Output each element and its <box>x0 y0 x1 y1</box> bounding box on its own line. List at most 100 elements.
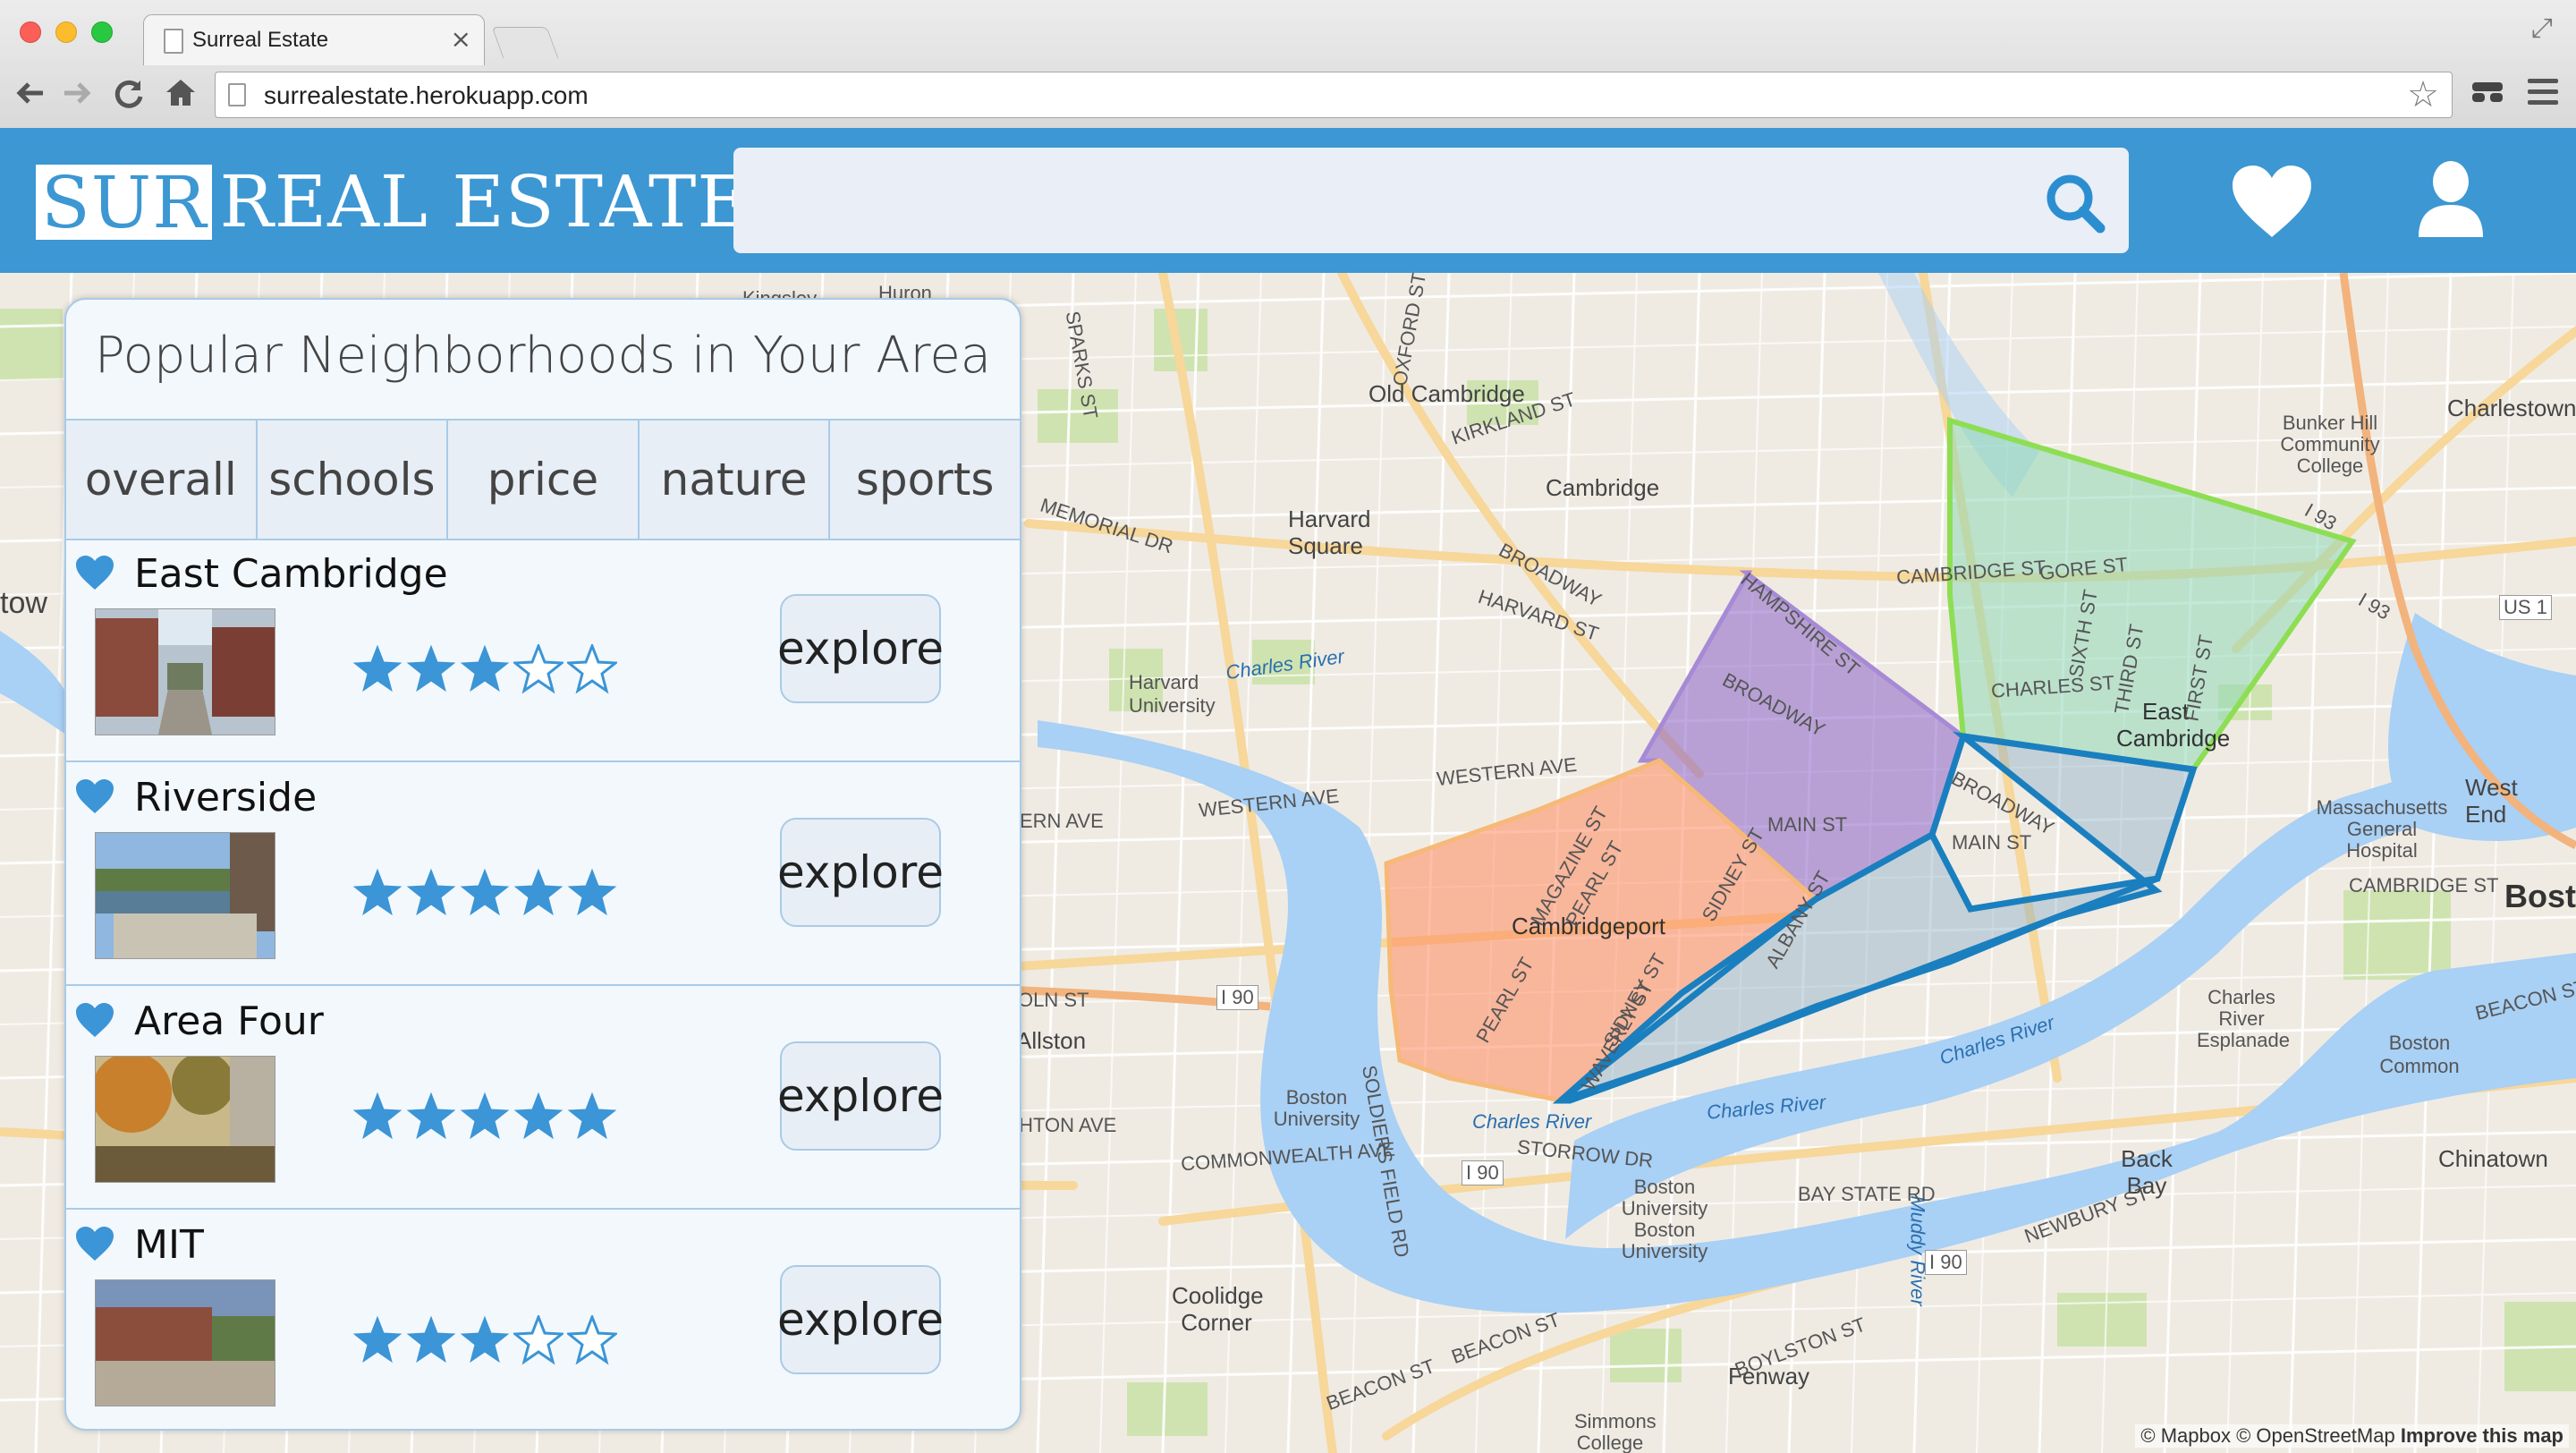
reload-icon[interactable] <box>111 75 147 119</box>
back-icon[interactable] <box>13 75 48 119</box>
neighborhood-photo[interactable] <box>95 1056 275 1183</box>
explore-button[interactable]: explore <box>777 1041 944 1151</box>
tab-overall[interactable]: overall <box>66 421 258 539</box>
close-window-button[interactable] <box>20 21 41 43</box>
highway-shield: I 90 <box>1925 1250 1967 1275</box>
neighborhood-row: MIT explore <box>66 1210 1020 1429</box>
map-label: MAIN ST <box>1767 813 1848 836</box>
map-label: Charles River Esplanade <box>2197 986 2290 1051</box>
neighborhood-row: East Cambridge explore <box>66 539 1020 762</box>
logo-text: REAL ESTATE <box>219 160 750 243</box>
map-attribution: © Mapbox © OpenStreetMap Improve this ma… <box>2135 1424 2569 1448</box>
menu-icon[interactable] <box>2528 79 2558 111</box>
map-label: Boston Common <box>2379 1032 2460 1077</box>
fullscreen-icon[interactable]: ⤢ <box>2531 13 2553 44</box>
favorite-heart-icon[interactable] <box>75 555 114 591</box>
star-filled-icon <box>460 1092 510 1140</box>
map-label: CAMBRIDGE ST <box>2349 874 2499 896</box>
star-empty-icon <box>513 644 564 694</box>
explore-button[interactable]: explore <box>777 1265 944 1374</box>
map-label: ERN AVE <box>1020 810 1104 832</box>
map-label: Allston <box>1016 1027 1087 1054</box>
tab-sports[interactable]: sports <box>830 421 1020 539</box>
search-bar[interactable] <box>733 148 2129 253</box>
panel-title: Popular Neighborhoods in Your Area <box>94 327 992 385</box>
star-filled-icon <box>352 1092 402 1140</box>
page-icon <box>164 29 183 54</box>
neighborhoods-panel: Popular Neighborhoods in Your Area overa… <box>64 298 1021 1431</box>
tab-price[interactable]: price <box>448 421 640 539</box>
browser-tab[interactable]: Surreal Estate × <box>143 14 485 65</box>
star-filled-icon <box>460 1315 510 1364</box>
favorite-heart-icon[interactable] <box>75 1226 114 1262</box>
tab-nature[interactable]: nature <box>639 421 831 539</box>
star-filled-icon <box>567 1092 617 1140</box>
tab-title: Surreal Estate <box>192 28 329 52</box>
map-label: Boston University Boston University <box>1621 1176 1708 1262</box>
attribution-text[interactable]: © Mapbox © OpenStreetMap <box>2140 1424 2394 1447</box>
star-filled-icon <box>352 1315 402 1364</box>
neighborhood-name: Riverside <box>134 775 318 820</box>
neighborhood-photo[interactable] <box>95 1279 275 1406</box>
map-label: Bost <box>2504 878 2576 914</box>
neighborhood-row: Area Four explore <box>66 986 1020 1210</box>
bookmark-star-icon[interactable]: ☆ <box>2407 74 2439 115</box>
map-label: BAY STATE RD <box>1798 1183 1936 1205</box>
user-profile-icon[interactable] <box>2415 160 2487 239</box>
star-filled-icon <box>406 868 456 916</box>
map-label: Charlestown <box>2447 395 2576 421</box>
rating-stars <box>352 1092 617 1142</box>
neighborhood-photo[interactable] <box>95 832 275 959</box>
forward-icon[interactable] <box>59 75 95 119</box>
map-label: Harvard University <box>1129 671 1216 717</box>
rating-stars <box>352 868 617 918</box>
search-input[interactable] <box>760 174 2016 226</box>
favorites-heart-icon[interactable] <box>2231 164 2313 239</box>
address-bar[interactable]: surrealestate.herokuapp.com ☆ <box>215 72 2453 118</box>
highway-shield: I 90 <box>1216 985 1258 1010</box>
map-label: Cambridge <box>1546 474 1660 501</box>
star-filled-icon <box>406 644 456 693</box>
star-empty-icon <box>567 644 617 694</box>
neighborhood-photo[interactable] <box>95 608 275 735</box>
star-empty-icon <box>513 1315 564 1365</box>
star-empty-icon <box>567 1315 617 1365</box>
star-filled-icon <box>460 868 510 916</box>
logo[interactable]: SUR REAL ESTATE <box>36 160 750 243</box>
maximize-window-button[interactable] <box>91 21 113 43</box>
close-tab-icon[interactable]: × <box>451 24 471 54</box>
map-label: Coolidge Corner <box>1172 1282 1264 1336</box>
favorite-heart-icon[interactable] <box>75 778 114 814</box>
app-header: SUR REAL ESTATE <box>0 128 2576 273</box>
explore-button[interactable]: explore <box>777 594 944 703</box>
star-filled-icon <box>352 868 402 916</box>
extension-icon[interactable] <box>2470 79 2504 106</box>
map-label: Boston University <box>1273 1086 1360 1130</box>
new-tab-button[interactable] <box>491 27 559 58</box>
rating-stars <box>352 1315 617 1365</box>
map-label: OLN ST <box>1018 989 1089 1011</box>
star-filled-icon <box>567 868 617 916</box>
map-label: Simmons College <box>1574 1410 1657 1453</box>
map-label: tow <box>0 586 47 620</box>
star-filled-icon <box>513 868 564 916</box>
map-label: Chinatown <box>2438 1145 2548 1172</box>
search-icon[interactable] <box>2043 171 2107 235</box>
rating-stars <box>352 644 617 694</box>
category-tabs: overall schools price nature sports <box>66 419 1020 540</box>
home-icon[interactable] <box>163 75 199 119</box>
explore-button[interactable]: explore <box>777 818 944 927</box>
favorite-heart-icon[interactable] <box>75 1002 114 1038</box>
map-label: West End <box>2465 774 2518 828</box>
map-label: Harvard Square <box>1288 506 1371 559</box>
page-icon <box>228 83 246 106</box>
star-filled-icon <box>513 1092 564 1140</box>
star-filled-icon <box>352 644 402 693</box>
improve-map-link[interactable]: Improve this map <box>2401 1424 2563 1447</box>
url-text[interactable]: surrealestate.herokuapp.com <box>264 81 589 110</box>
map-label: Charles River <box>1472 1110 1592 1133</box>
minimize-window-button[interactable] <box>55 21 77 43</box>
map-label: MAIN ST <box>1952 831 2032 854</box>
neighborhood-name: East Cambridge <box>134 551 448 597</box>
tab-schools[interactable]: schools <box>257 421 449 539</box>
